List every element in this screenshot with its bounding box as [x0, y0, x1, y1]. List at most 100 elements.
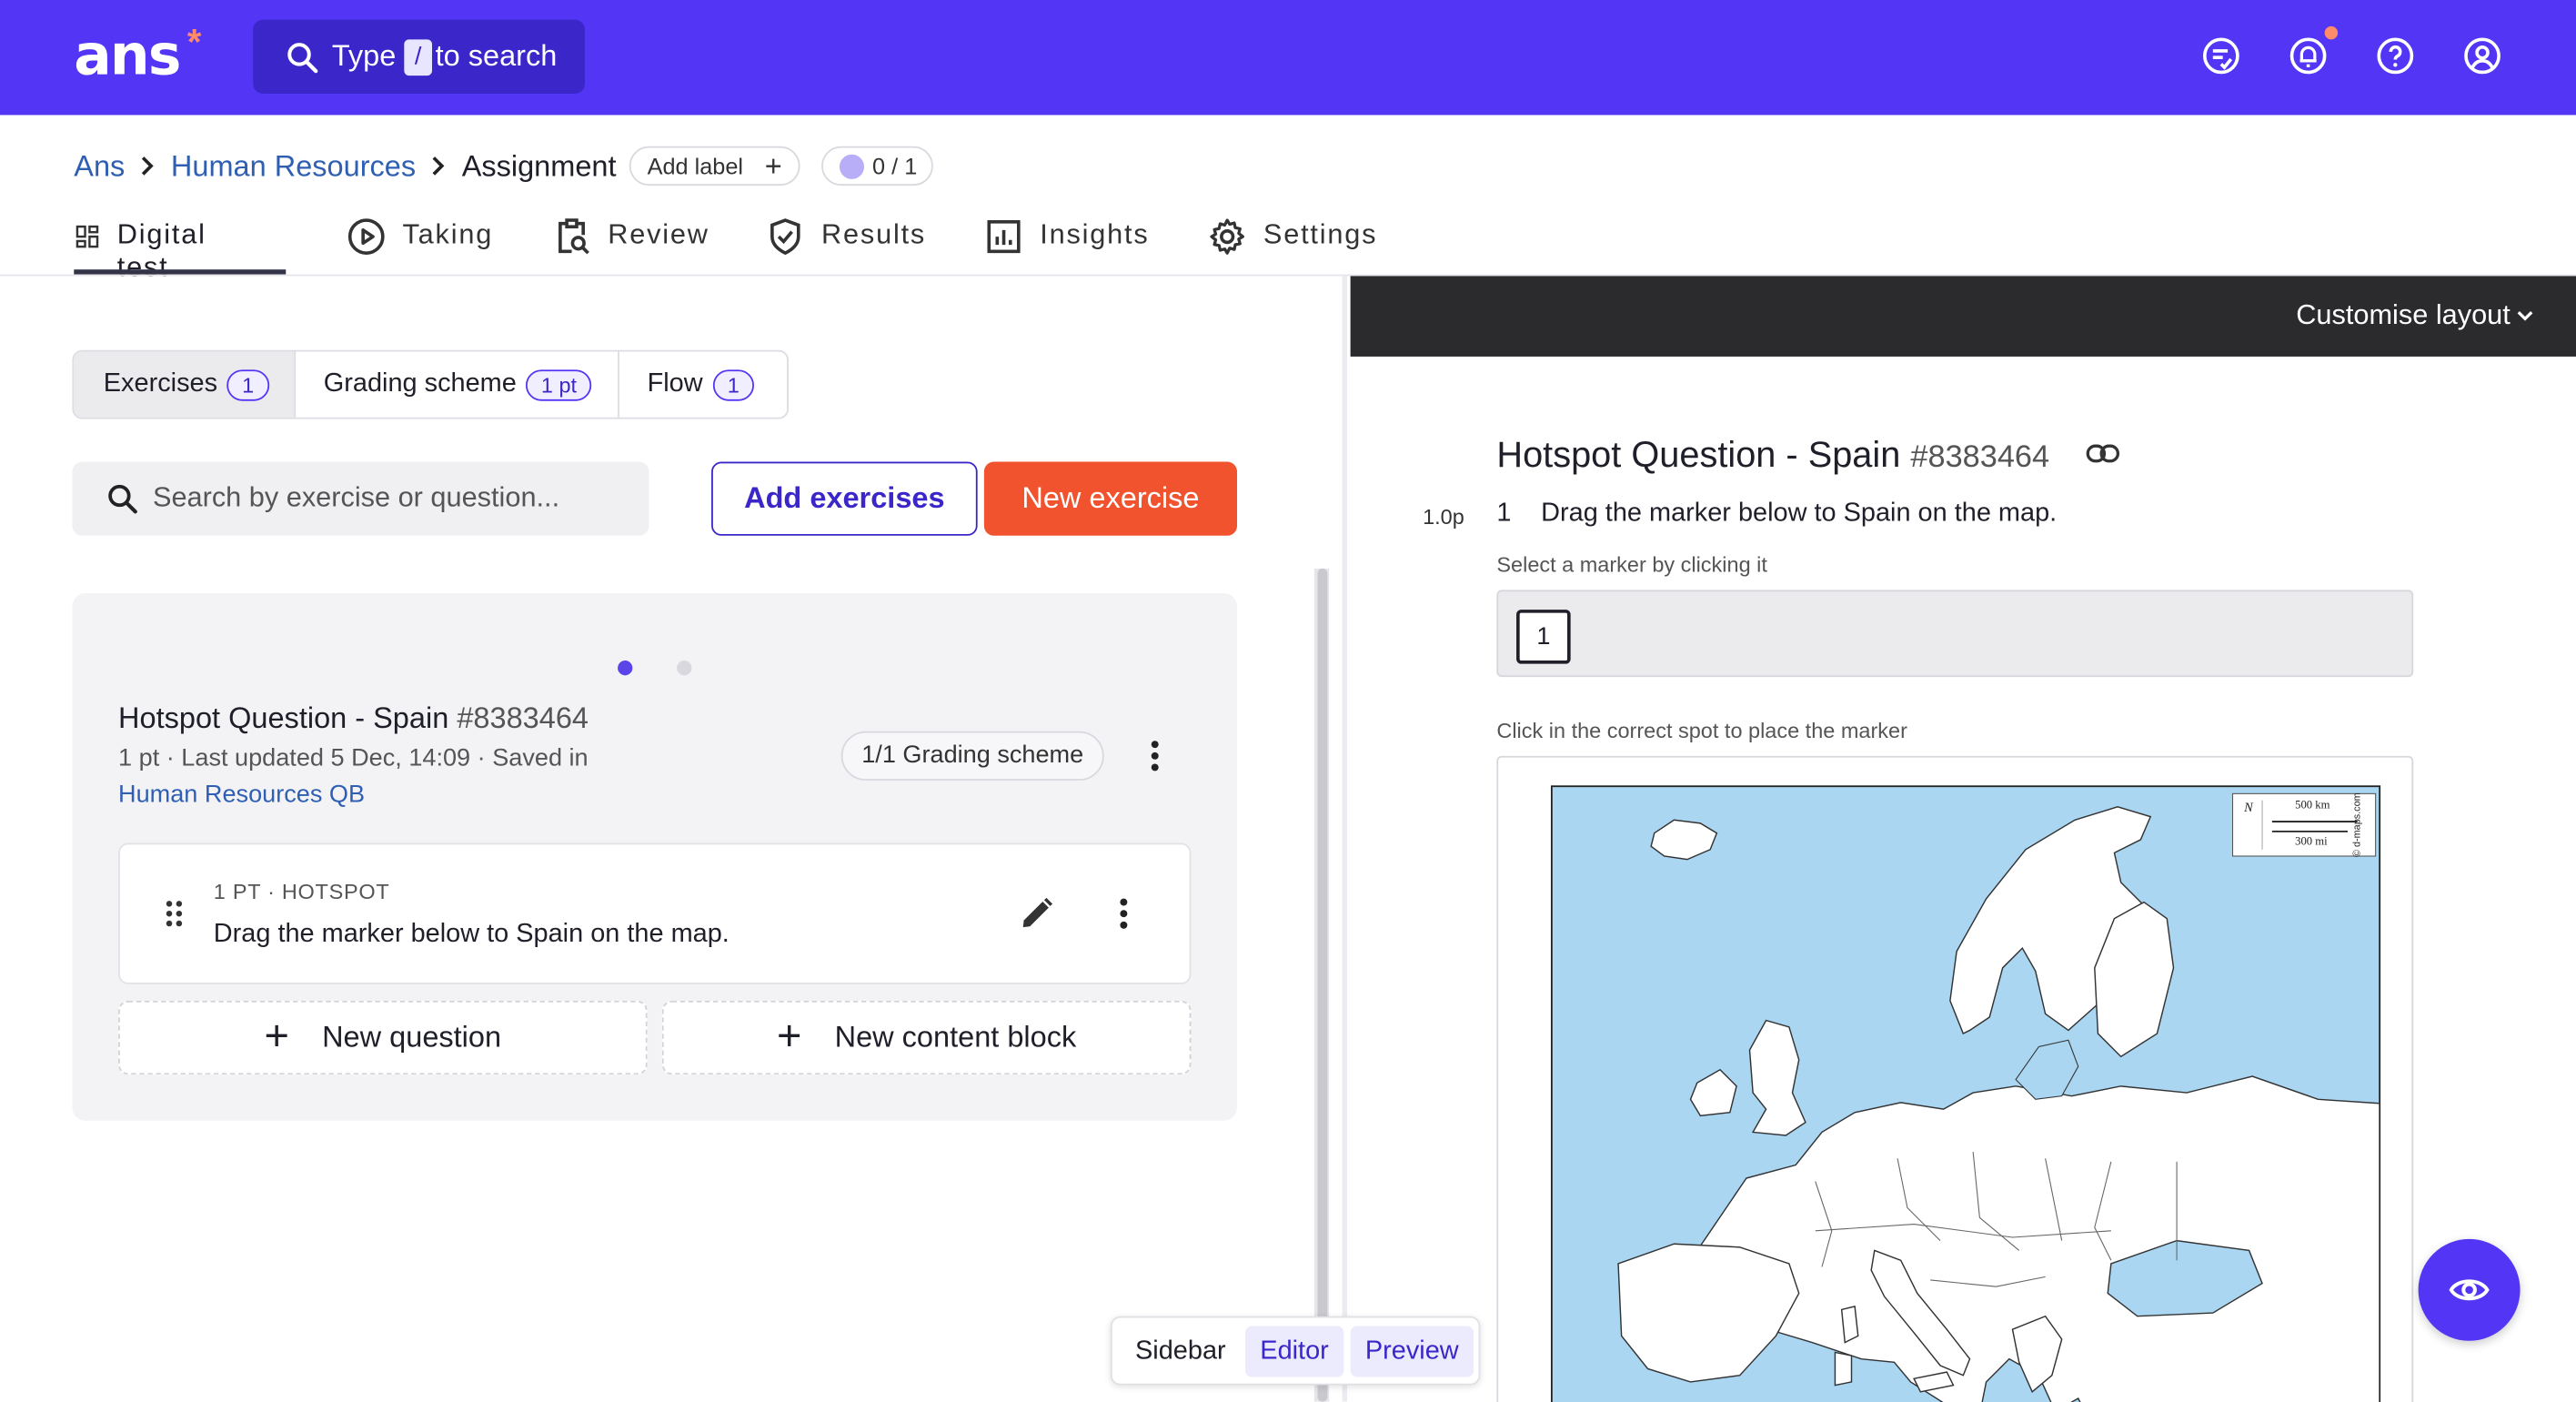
- play-icon: [347, 218, 385, 255]
- segment-grading-scheme[interactable]: Grading scheme 1 pt: [296, 352, 618, 418]
- breadcrumb-ans[interactable]: Ans: [74, 148, 125, 183]
- segment-flow[interactable]: Flow 1: [619, 352, 787, 418]
- account-icon[interactable]: [2462, 36, 2501, 76]
- tab-insights[interactable]: Insights: [984, 210, 1150, 276]
- compass-north-label: N: [2244, 800, 2253, 815]
- exercise-title[interactable]: Hotspot Question - Spain #8383464: [118, 701, 589, 736]
- preview-title-text: Hotspot Question - Spain: [1496, 433, 1901, 475]
- tab-label: Taking: [402, 218, 494, 250]
- tab-label: Review: [608, 218, 709, 250]
- carousel-dot[interactable]: [677, 661, 692, 676]
- question-text: Drag the marker below to Spain on the ma…: [213, 920, 730, 949]
- view-editor-toggle[interactable]: Editor: [1245, 1326, 1344, 1377]
- exercise-search-input[interactable]: Search by exercise or question...: [72, 461, 649, 536]
- add-exercises-button[interactable]: Add exercises: [711, 461, 978, 536]
- exercise-meta: 1 pt · Last updated 5 Dec, 14:09 · Saved…: [118, 744, 589, 772]
- bar-chart-icon: [987, 220, 1021, 254]
- chevron-down-icon: [2517, 311, 2533, 321]
- view-sidebar-toggle[interactable]: Sidebar: [1121, 1326, 1241, 1377]
- grading-scheme-pill[interactable]: 1/1 Grading scheme: [840, 731, 1104, 781]
- search-icon: [106, 481, 140, 516]
- panel-resize-handle[interactable]: [1342, 276, 1348, 1402]
- place-marker-label: Click in the correct spot to place the m…: [1496, 718, 1907, 743]
- search-prefix: Type: [331, 39, 397, 73]
- add-label-button[interactable]: Add label +: [629, 146, 800, 187]
- question-meta: 1 PT · HOTSPOT: [213, 879, 390, 904]
- customise-layout-button[interactable]: Customise layout: [2296, 299, 2511, 332]
- tab-taking[interactable]: Taking: [347, 210, 493, 276]
- exercise-name: Hotspot Question - Spain: [118, 701, 449, 735]
- scale-mi-label: 300 mi: [2295, 834, 2328, 848]
- breadcrumb-current: Assignment: [461, 148, 617, 182]
- plus-icon: +: [264, 1009, 289, 1060]
- ans-logo[interactable]: ans: [74, 23, 181, 88]
- segment-label: Grading scheme: [323, 369, 517, 398]
- tab-results[interactable]: Results: [766, 210, 926, 276]
- count-badge: 1: [226, 368, 269, 400]
- preview-title: Hotspot Question - Spain #8383464: [1496, 434, 2049, 477]
- global-search-button[interactable]: Type / to search: [253, 19, 585, 94]
- segment-label: Exercises: [103, 369, 218, 398]
- tab-review[interactable]: Review: [552, 210, 709, 276]
- preview-question-text: Drag the marker below to Spain on the ma…: [1541, 499, 2058, 528]
- progress-circle-icon: [839, 154, 865, 179]
- progress-text: 0 / 1: [872, 152, 918, 179]
- scrollbar-thumb[interactable]: [1317, 568, 1328, 1402]
- new-question-button[interactable]: + New question: [118, 1000, 648, 1075]
- logo-asterisk: *: [186, 21, 202, 63]
- tasks-icon[interactable]: [2201, 36, 2240, 76]
- search-shortcut-key: /: [404, 39, 433, 76]
- exercise-more-icon[interactable]: [1150, 740, 1160, 772]
- new-content-block-label: New content block: [834, 1020, 1077, 1054]
- count-badge: 1 pt: [526, 368, 592, 400]
- search-icon: [284, 39, 320, 76]
- top-bar: ans * Type / to search: [0, 0, 2576, 116]
- europe-map[interactable]: N 500 km 300 mi © d-maps.com: [1550, 785, 2381, 1402]
- drag-handle-icon[interactable]: [165, 899, 185, 929]
- view-switcher: Sidebar Editor Preview: [1110, 1316, 1481, 1386]
- europe-map-drawing: [1617, 792, 2380, 1402]
- help-icon[interactable]: [2376, 36, 2415, 76]
- dashboard-icon: [75, 225, 99, 248]
- plus-icon: +: [764, 149, 782, 183]
- notification-dot: [2324, 25, 2339, 40]
- new-question-label: New question: [322, 1020, 502, 1054]
- select-marker-label: Select a marker by clicking it: [1496, 551, 1767, 577]
- count-badge: 1: [712, 368, 755, 400]
- notification-bell-icon[interactable]: [2289, 36, 2328, 76]
- new-exercise-button[interactable]: New exercise: [983, 461, 1238, 536]
- eye-icon: [2449, 1279, 2490, 1301]
- question-number: 1: [1496, 499, 1512, 528]
- preview-id: #8383464: [1910, 440, 2050, 475]
- segment-label: Flow: [647, 369, 703, 398]
- tab-label: Settings: [1263, 218, 1378, 250]
- breadcrumb-human-resources[interactable]: Human Resources: [171, 148, 416, 183]
- gear-icon: [1210, 218, 1244, 255]
- clipboard-search-icon: [558, 218, 589, 255]
- progress-status[interactable]: 0 / 1: [821, 146, 933, 187]
- segment-exercises[interactable]: Exercises 1: [74, 351, 295, 418]
- preview-toolbar: Customise layout: [1350, 276, 2576, 357]
- chevron-right-icon: [140, 155, 156, 177]
- tab-digital-test[interactable]: Digital test: [74, 210, 218, 283]
- map-credit-label: © d-maps.com: [2353, 792, 2364, 857]
- view-preview-toggle[interactable]: Preview: [1350, 1326, 1474, 1377]
- new-content-block-button[interactable]: + New content block: [661, 1000, 1192, 1075]
- marker-tray: [1496, 590, 2414, 678]
- chevron-right-icon: [430, 155, 447, 177]
- exercise-id: #8383464: [457, 701, 589, 735]
- tab-label: Insights: [1040, 218, 1150, 250]
- question-more-icon[interactable]: [1119, 897, 1129, 930]
- hotspot-marker[interactable]: 1: [1516, 610, 1571, 664]
- scale-km-label: 500 km: [2295, 798, 2330, 812]
- carousel-dot-active[interactable]: [618, 661, 633, 676]
- question-bank-link[interactable]: Human Resources QB: [118, 781, 365, 809]
- shield-check-icon: [770, 218, 800, 256]
- plus-icon: +: [777, 1009, 802, 1060]
- search-suffix: to search: [435, 39, 558, 73]
- preview-eye-button[interactable]: [2418, 1238, 2521, 1341]
- editor-segmented-control: Exercises 1 Grading scheme 1 pt Flow 1: [72, 349, 789, 419]
- link-icon[interactable]: [2085, 440, 2121, 467]
- edit-pencil-icon[interactable]: [1019, 895, 1055, 932]
- tab-settings[interactable]: Settings: [1208, 210, 1378, 276]
